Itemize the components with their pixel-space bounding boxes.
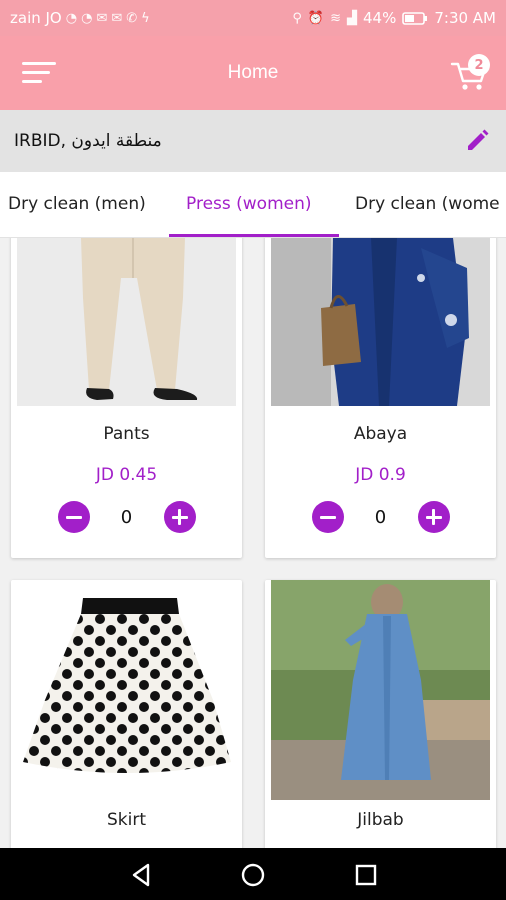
edit-icon[interactable] [464,128,490,154]
whatsapp-icon: ◔ [65,10,78,26]
clock: 7:30 AM [434,9,496,27]
recents-icon[interactable] [352,861,380,889]
product-image-skirt [17,580,236,800]
location-bar: IRBID, منطقة ايدون [0,110,506,172]
location-text: IRBID, منطقة ايدون [14,131,162,151]
tab-dry-clean-women[interactable]: Dry clean (wome [355,194,500,214]
app-bar: Home 2 [0,36,506,110]
product-card-skirt[interactable]: Skirt [11,580,242,848]
whatsapp-icon: ◔ [81,10,93,26]
charging-icon: ϟ [141,10,150,26]
home-icon[interactable] [239,861,267,889]
product-grid: Pants JD 0.45 0 Abaya JD 0.9 0 Skirt Jil… [0,238,506,848]
back-icon[interactable] [128,861,156,889]
battery-icon [402,11,428,25]
quantity-value: 0 [120,506,133,528]
phone-icon: ✆ [126,10,138,26]
product-name: Abaya [353,424,408,444]
category-tabs: Dry clean (men) Press (women) Dry clean … [0,172,506,238]
product-price: JD 0.45 [95,465,158,485]
product-price: JD 0.9 [355,465,406,485]
product-image-abaya [271,238,490,406]
wifi-icon: ≋ [330,10,341,26]
product-card-abaya[interactable]: Abaya JD 0.9 0 [265,238,496,558]
alarm-icon: ⏰ [307,10,325,26]
product-name: Jilbab [357,810,404,830]
tab-press-women[interactable]: Press (women) [186,194,312,214]
cart-count-badge: 2 [468,54,490,76]
decrease-quantity-button[interactable] [311,501,344,533]
signal-icon: ▟ [347,10,357,26]
mail-icon: ✉ [96,10,108,26]
battery-percent: 44% [363,9,397,27]
status-bar: zain JO ◔ ◔ ✉ ✉ ✆ ϟ ⚲ ⏰ ≋ ▟ 44% 7:30 AM [0,0,506,36]
quantity-stepper: 0 [11,501,242,533]
increase-quantity-button[interactable] [417,501,450,533]
decrease-quantity-button[interactable] [57,501,90,533]
quantity-value: 0 [374,506,387,528]
product-card-jilbab[interactable]: Jilbab [265,580,496,848]
increase-quantity-button[interactable] [163,501,196,533]
cart-button[interactable]: 2 [450,54,490,94]
product-image-jilbab [271,580,490,800]
system-nav-bar [0,848,506,900]
active-tab-indicator [169,234,339,237]
product-name: Skirt [106,810,146,830]
quantity-stepper: 0 [265,501,496,533]
mail-icon: ✉ [111,10,123,26]
tab-dry-clean-men[interactable]: Dry clean (men) [8,194,146,214]
page-title: Home [227,62,279,83]
carrier-name: zain JO [10,9,62,27]
product-card-pants[interactable]: Pants JD 0.45 0 [11,238,242,558]
location-icon: ⚲ [292,10,302,26]
product-image-pants [17,238,236,406]
product-name: Pants [103,424,150,444]
